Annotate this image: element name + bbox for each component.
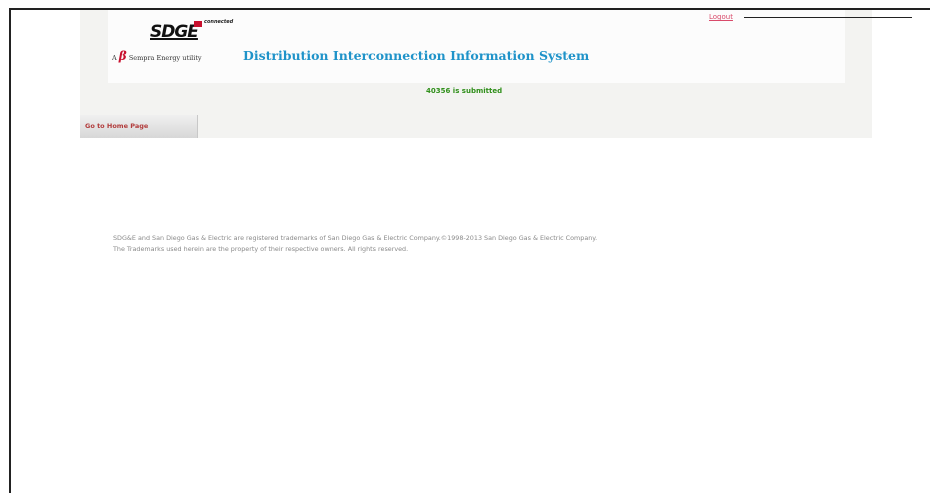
footer-trademark-notice: The Trademarks used herein are the prope… <box>113 245 409 253</box>
sempra-icon: β <box>118 49 127 63</box>
home-page-button[interactable]: Go to Home Page <box>80 115 198 138</box>
sdge-logo: SDGE connected A β Sempra Energy utility <box>112 18 240 70</box>
footer: SDG&E and San Diego Gas & Electric are r… <box>113 233 883 255</box>
footer-copyright: SDG&E and San Diego Gas & Electric are r… <box>113 234 598 242</box>
logo-parent-prefix: A <box>112 54 117 62</box>
logo-flag-icon <box>194 21 202 27</box>
logo-parent-name: Sempra Energy utility <box>128 54 202 62</box>
status-message: 40356 is submitted <box>426 87 503 95</box>
logo-parent: A β Sempra Energy utility <box>112 49 202 63</box>
logo-brand: SDGE <box>150 22 199 42</box>
logout-link[interactable]: Logout <box>709 13 733 21</box>
logout-callout-line <box>744 17 912 18</box>
logo-tagline: connected <box>204 19 234 25</box>
home-page-label: Go to Home Page <box>85 122 149 130</box>
page-title: Distribution Interconnection Information… <box>243 48 590 63</box>
